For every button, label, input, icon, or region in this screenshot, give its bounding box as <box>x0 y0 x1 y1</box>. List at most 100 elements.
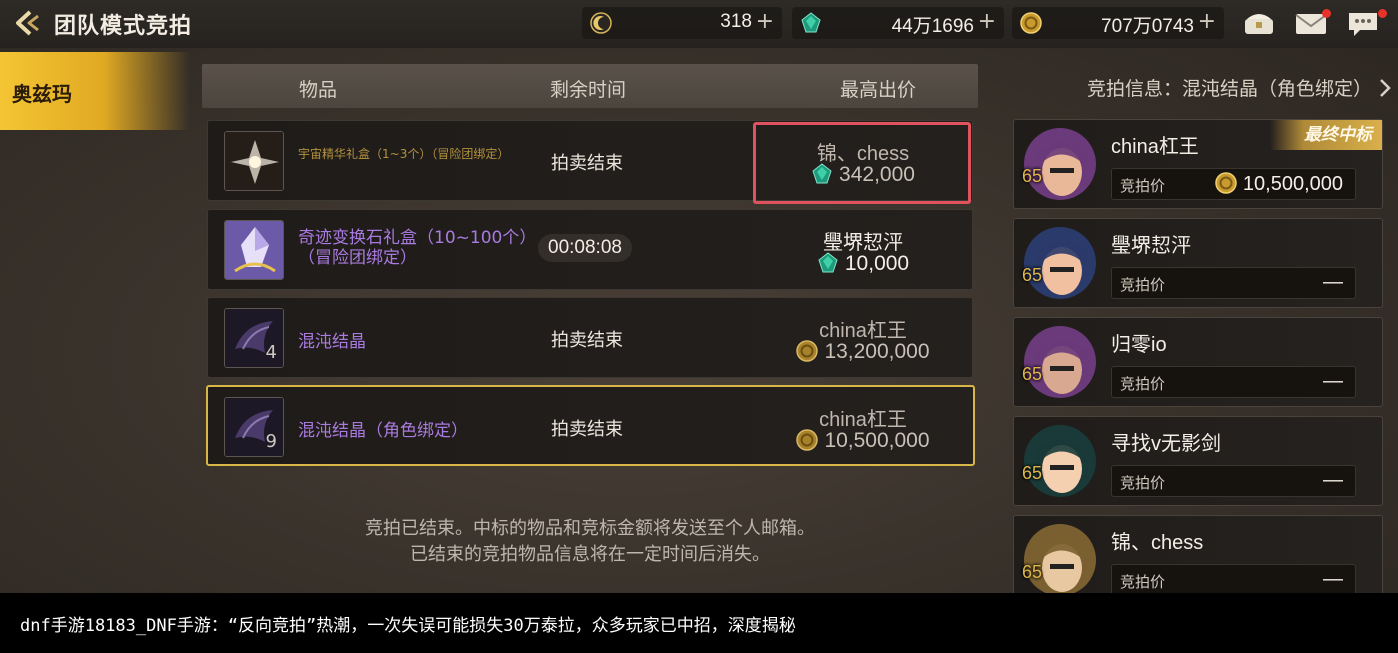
auction-row[interactable]: 奇迹变换石礼盒（10~100个）（冒险团绑定） 00:08:08 璺堺恝泙 10… <box>207 209 973 290</box>
countdown-timer: 00:08:08 <box>538 234 632 262</box>
item-name: 宇宙精华礼盒（1~3个）（冒险团绑定） <box>298 147 510 161</box>
item-quantity: 4 <box>265 342 277 363</box>
auction-notice: 竞拍已结束。中标的物品和竞标金额将发送至个人邮箱。 已结束的竞拍物品信息将在一定… <box>202 516 978 568</box>
add-currency-button[interactable]: + <box>978 9 996 34</box>
bid-price-value: — <box>1323 370 1343 393</box>
avatar <box>1024 425 1096 497</box>
bid-price-value: — <box>1323 271 1343 294</box>
notice-line: 竞拍已结束。中标的物品和竞标金额将发送至个人邮箱。 <box>365 518 815 539</box>
bid-price-field: 竞拍价 10,500,000 <box>1111 168 1356 200</box>
bid-price-field: 竞拍价 — <box>1111 267 1356 299</box>
auction-row[interactable]: 宇宙精华礼盒（1~3个）（冒险团绑定） 拍卖结束 锦、chess 342,000 <box>207 120 973 204</box>
notification-dot <box>1322 9 1331 18</box>
bid-price-field: 竞拍价 — <box>1111 564 1356 593</box>
avatar <box>1024 326 1096 398</box>
tab-label: 奥兹玛 <box>12 82 72 106</box>
highest-bidder: china杠王 <box>819 320 907 342</box>
bidder-level: 65 <box>1022 364 1043 384</box>
bidder-card[interactable]: 65 china杠王竞拍价 10,500,000 最终中标 <box>1013 119 1383 209</box>
green-gem-icon <box>801 12 821 33</box>
highest-bidder: 璺堺恝泙 <box>823 232 903 254</box>
bid-price-field: 竞拍价 — <box>1111 465 1356 497</box>
caption-bar: dnf手游18183_DNF手游：“反向竞拍”热潮，一次失误可能损失30万泰拉，… <box>0 593 1398 653</box>
notice-line: 已结束的竞拍物品信息将在一定时间后消失。 <box>410 544 770 565</box>
chaos-crystal-icon: 4 <box>224 308 284 368</box>
back-button[interactable] <box>8 6 44 40</box>
bid-price-value: 10,500,000 <box>1215 172 1343 196</box>
bid-price-amount: 10,500,000 <box>1242 173 1343 195</box>
notification-dot <box>1378 9 1387 18</box>
bidder-name: 锦、chess <box>1111 532 1204 554</box>
bidder-level: 65 <box>1022 265 1043 285</box>
caption-text: dnf手游18183_DNF手游：“反向竞拍”热潮，一次失误可能损失30万泰拉，… <box>20 616 796 636</box>
bidder-card[interactable]: 65 归零io 竞拍价 — <box>1013 317 1383 407</box>
bid-amount-value: 13,200,000 <box>824 340 930 363</box>
currency-value: 707万0743 <box>1101 16 1194 37</box>
gold-coin-icon <box>796 429 819 451</box>
bid-price-label: 竞拍价 <box>1120 375 1166 393</box>
bidder-name: 寻找v无影剑 <box>1111 433 1221 455</box>
bidder-level: 65 <box>1022 562 1043 582</box>
gold-coin-icon <box>1215 172 1237 194</box>
auction-row[interactable]: 4 混沌结晶 拍卖结束 china杠王 13,200,000 <box>207 297 973 378</box>
highest-bidder: china杠王 <box>819 409 907 431</box>
item-name: 混沌结晶（角色绑定） <box>298 421 468 441</box>
crescent-coin-icon <box>590 12 612 34</box>
tab-ozma[interactable]: 奥兹玛 <box>0 52 190 130</box>
bid-price-field: 竞拍价 — <box>1111 366 1356 398</box>
chat-icon[interactable] <box>1346 8 1380 38</box>
item-name: 奇迹变换石礼盒（10~100个）（冒险团绑定） <box>298 228 537 268</box>
bid-price-label: 竞拍价 <box>1120 276 1166 294</box>
bidder-name: 归零io <box>1111 334 1167 356</box>
bidder-card[interactable]: 65 寻找v无影剑 竞拍价 — <box>1013 416 1383 506</box>
highest-bid: 13,200,000 <box>753 340 973 364</box>
bidder-name: china杠王 <box>1111 136 1199 158</box>
cosmic-essence-box-icon <box>224 131 284 191</box>
bid-price-label: 竞拍价 <box>1120 573 1166 591</box>
back-arrow-icon <box>16 10 39 36</box>
currency-value: 318 <box>720 11 752 32</box>
highlight-box <box>753 122 971 204</box>
auction-screen: 团队模式竞拍 318 + 44万1696 + 707万0743 + 奥兹玛 物品… <box>0 0 1398 593</box>
highest-bid: 10,000 <box>753 252 973 276</box>
column-highest-bid: 最高出价 <box>840 79 917 101</box>
chevron-right-icon[interactable] <box>1378 78 1392 98</box>
auction-row-selected[interactable]: 9 混沌结晶（角色绑定） 拍卖结束 china杠王 10,500,000 <box>206 385 975 466</box>
miracle-stone-box-icon <box>224 220 284 280</box>
add-currency-button[interactable]: + <box>1198 9 1216 34</box>
item-name: 混沌结晶 <box>298 332 366 352</box>
auction-status: 拍卖结束 <box>551 330 623 351</box>
bidder-card[interactable]: 65 璺堺恝泙竞拍价 — <box>1013 218 1383 308</box>
highest-bid: 10,500,000 <box>753 429 973 453</box>
bid-price-amount: — <box>1323 271 1343 293</box>
bid-amount-value: 10,500,000 <box>824 429 930 452</box>
avatar <box>1024 227 1096 299</box>
add-currency-button[interactable]: + <box>756 9 774 34</box>
gold-coin-icon <box>796 340 819 362</box>
chaos-crystal-icon: 9 <box>224 397 284 457</box>
final-winner-badge: 最终中标 <box>1270 120 1382 150</box>
bid-price-value: — <box>1323 568 1343 591</box>
bidder-level: 65 <box>1022 166 1043 186</box>
auction-status: 拍卖结束 <box>551 419 623 440</box>
treasure-chest-icon[interactable] <box>1242 8 1276 38</box>
bid-amount-value: 10,000 <box>844 252 910 275</box>
avatar <box>1024 128 1096 200</box>
bid-price-amount: — <box>1323 370 1343 392</box>
bid-price-amount: — <box>1323 469 1343 491</box>
currency-gold[interactable]: 707万0743 + <box>1012 7 1224 39</box>
auction-table-header: 物品 剩余时间 最高出价 <box>202 64 978 108</box>
currency-crescent[interactable]: 318 + <box>582 7 782 39</box>
bid-info-title: 竞拍信息：混沌结晶（角色绑定） <box>1086 78 1372 100</box>
bid-price-label: 竞拍价 <box>1120 177 1166 195</box>
bidder-name: 璺堺恝泙 <box>1111 235 1191 257</box>
green-gem-icon <box>818 252 838 273</box>
bid-price-label: 竞拍价 <box>1120 474 1166 492</box>
page-title: 团队模式竞拍 <box>54 14 193 39</box>
item-quantity: 9 <box>265 431 277 452</box>
currency-gem[interactable]: 44万1696 + <box>792 7 1004 39</box>
bidder-card[interactable]: 65 锦、chess 竞拍价 — <box>1013 515 1383 593</box>
top-bar: 团队模式竞拍 318 + 44万1696 + 707万0743 + <box>0 0 1398 48</box>
currency-value: 44万1696 <box>891 16 974 37</box>
bid-price-amount: — <box>1323 568 1343 590</box>
